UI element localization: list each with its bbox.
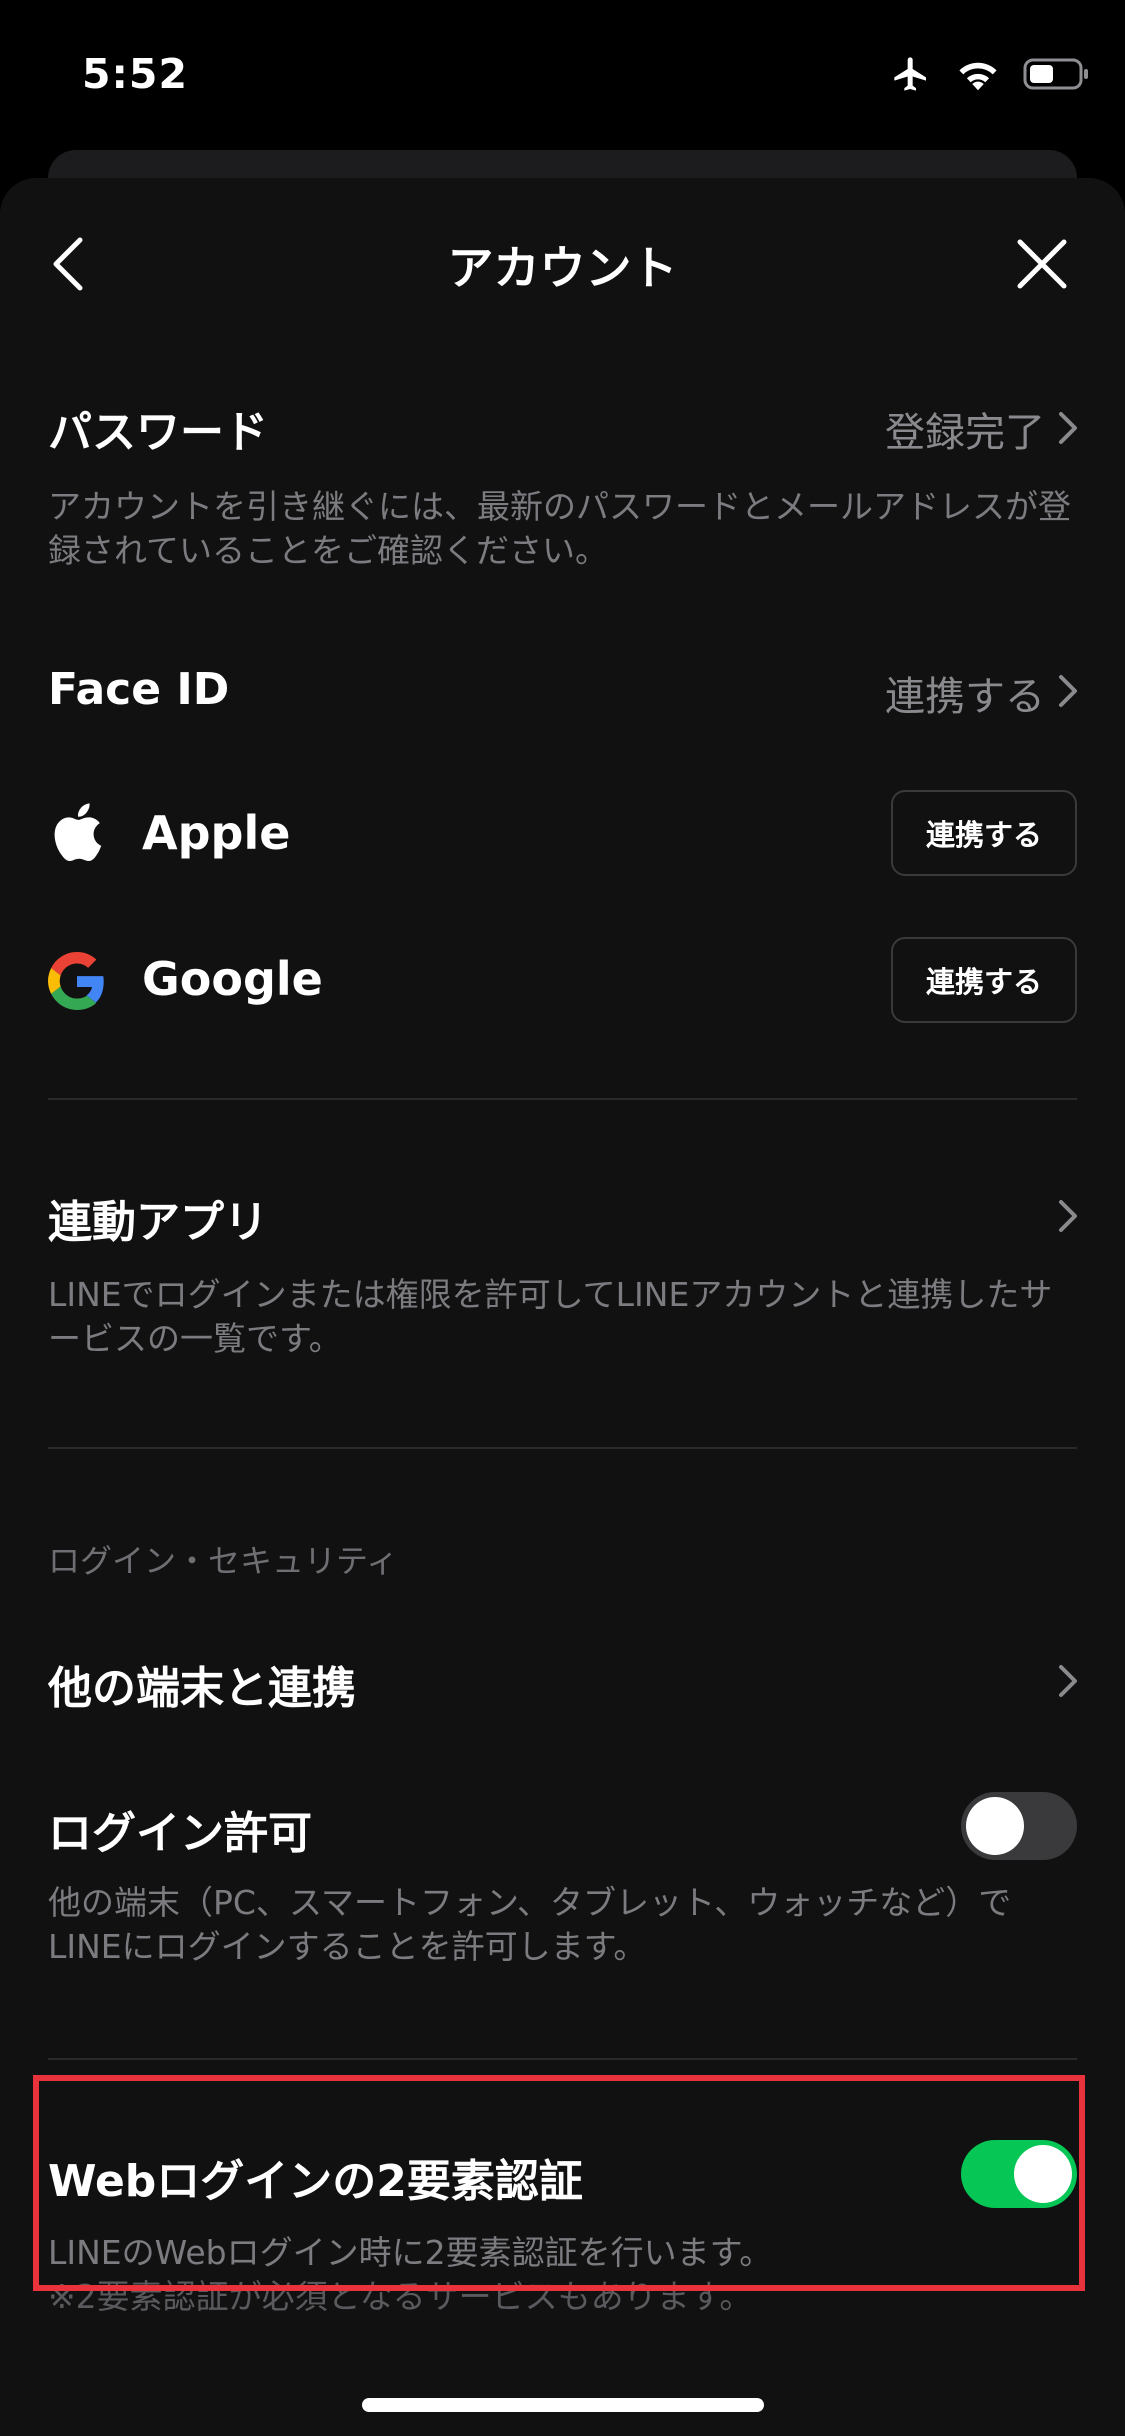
divider xyxy=(48,1098,1077,1100)
battery-icon xyxy=(1023,58,1088,90)
face-id-status: 連携する xyxy=(885,674,1045,720)
login-permission-label: ログイン許可 xyxy=(48,1808,312,1859)
google-link-button[interactable]: 連携する xyxy=(891,937,1077,1023)
chevron-right-icon xyxy=(1059,1200,1077,1232)
apple-logo-icon xyxy=(54,803,102,862)
login-permission-toggle[interactable] xyxy=(961,1792,1077,1860)
apple-label: Apple xyxy=(142,806,291,860)
linked-apps-label: 連動アプリ xyxy=(48,1197,268,1248)
password-status: 登録完了 xyxy=(885,410,1045,456)
chevron-right-icon xyxy=(1059,675,1077,707)
divider xyxy=(48,2058,1077,2060)
status-icons xyxy=(889,54,1091,94)
toggle-knob xyxy=(966,1797,1024,1855)
highlight-frame xyxy=(33,2075,1085,2291)
airplane-icon xyxy=(894,57,926,91)
other-devices-label: 他の端末と連携 xyxy=(48,1663,356,1714)
close-icon[interactable] xyxy=(1016,238,1068,290)
google-label: Google xyxy=(142,952,323,1006)
chevron-right-icon xyxy=(1059,412,1077,444)
page-title: アカウント xyxy=(447,241,678,295)
home-indicator[interactable] xyxy=(362,2398,764,2412)
chevron-right-icon xyxy=(1059,1665,1077,1697)
wifi-icon xyxy=(959,62,997,91)
apple-link-button[interactable]: 連携する xyxy=(891,790,1077,876)
linked-apps-description: LINEでログインまたは権限を許可してLINEアカウントと連携したサービスの一覧… xyxy=(48,1275,1053,1358)
password-description: アカウントを引き継ぐには、最新のパスワードとメールアドレスが登録されていることを… xyxy=(48,487,1071,570)
section-header-login-security: ログイン・セキュリティ xyxy=(48,1542,399,1580)
face-id-label: Face ID xyxy=(48,664,230,715)
login-permission-description: 他の端末（PC、スマートフォン、タブレット、ウォッチなど）でLINEにログインす… xyxy=(48,1883,1012,1966)
divider xyxy=(48,1447,1077,1449)
google-logo-icon xyxy=(48,952,104,1010)
password-label: パスワード xyxy=(48,407,268,458)
status-time: 5:52 xyxy=(82,50,188,98)
